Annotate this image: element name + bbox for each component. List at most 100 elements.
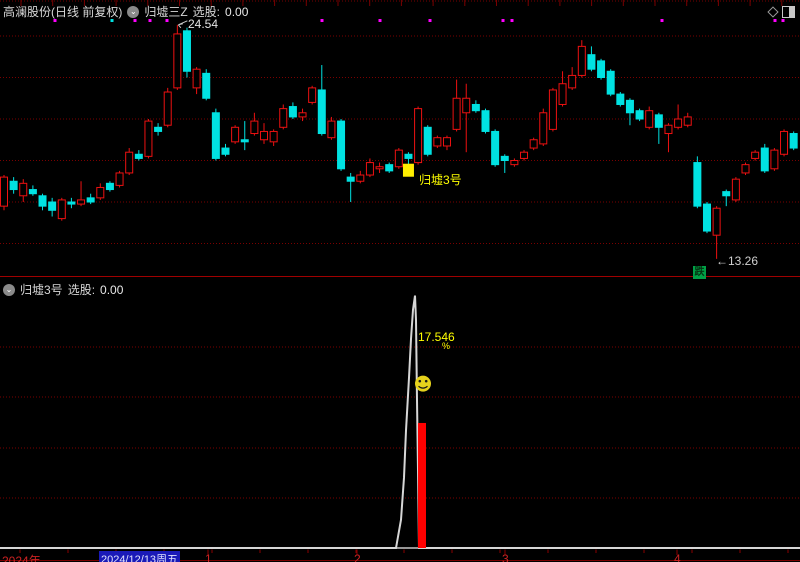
- candle[interactable]: [270, 129, 277, 146]
- candle[interactable]: [521, 150, 528, 160]
- axis-selected-date[interactable]: 2024/12/13周五: [99, 551, 180, 562]
- candle[interactable]: [366, 158, 373, 177]
- price-gridlines: [0, 36, 800, 244]
- candle[interactable]: [386, 163, 393, 173]
- indicator-bar: [418, 423, 426, 548]
- candle[interactable]: [212, 109, 219, 161]
- candle[interactable]: [453, 80, 460, 132]
- candle[interactable]: [155, 123, 162, 135]
- top-selector-value: 0.00: [225, 5, 248, 19]
- candle[interactable]: [771, 148, 778, 171]
- candle[interactable]: [347, 173, 354, 202]
- candle[interactable]: [626, 98, 633, 125]
- low-price-label: ←13.26: [716, 254, 758, 268]
- candle[interactable]: [636, 109, 643, 121]
- candle[interactable]: [790, 131, 797, 150]
- candle[interactable]: [376, 163, 383, 173]
- candle[interactable]: [540, 109, 547, 146]
- candle[interactable]: [549, 88, 556, 132]
- candle[interactable]: [49, 198, 56, 217]
- candle[interactable]: [424, 125, 431, 156]
- candle[interactable]: [617, 92, 624, 107]
- candle[interactable]: [68, 198, 75, 208]
- candle[interactable]: [607, 69, 614, 96]
- candle[interactable]: [578, 40, 585, 77]
- candle[interactable]: [106, 181, 113, 191]
- candle[interactable]: [723, 190, 730, 207]
- stock-title: 高澜股份(日线 前复权): [3, 3, 122, 20]
- candle[interactable]: [559, 71, 566, 106]
- candle[interactable]: [78, 181, 85, 206]
- candle[interactable]: [694, 156, 701, 208]
- candle[interactable]: [126, 148, 133, 175]
- candle[interactable]: [655, 113, 662, 144]
- axis-year-label: 2024年: [2, 552, 41, 562]
- candle[interactable]: [10, 177, 17, 194]
- candle[interactable]: [174, 25, 181, 90]
- candle[interactable]: [646, 107, 653, 130]
- candle[interactable]: [97, 183, 104, 200]
- candle[interactable]: [338, 119, 345, 171]
- candle[interactable]: [309, 86, 316, 105]
- candle[interactable]: [434, 136, 441, 148]
- candle[interactable]: [530, 138, 537, 150]
- candle[interactable]: [781, 129, 788, 156]
- candle[interactable]: [713, 206, 720, 259]
- indicator-dropdown-icon[interactable]: ⌄: [127, 6, 139, 18]
- candle[interactable]: [232, 125, 239, 144]
- top-indicator-name[interactable]: 归墟三Z: [144, 3, 187, 20]
- candle[interactable]: [443, 136, 450, 151]
- candle[interactable]: [193, 67, 200, 94]
- candle[interactable]: [761, 144, 768, 173]
- diamond-icon[interactable]: [767, 6, 778, 17]
- candle[interactable]: [318, 65, 325, 136]
- candle[interactable]: [289, 102, 296, 119]
- candle[interactable]: [1, 175, 8, 210]
- candle[interactable]: [482, 109, 489, 134]
- candle[interactable]: [183, 28, 190, 78]
- candle[interactable]: [164, 88, 171, 127]
- candle[interactable]: [241, 121, 248, 150]
- candle[interactable]: [588, 46, 595, 71]
- candle[interactable]: [742, 163, 749, 175]
- candle[interactable]: [87, 194, 94, 204]
- candle[interactable]: [415, 107, 422, 165]
- candle[interactable]: [665, 123, 672, 152]
- candle[interactable]: [732, 177, 739, 202]
- candle[interactable]: [511, 158, 518, 166]
- bottom-panel-header: ⌄ 归墟3号 选股: 0.00: [3, 281, 123, 298]
- candle[interactable]: [251, 113, 258, 136]
- candle[interactable]: [261, 123, 268, 144]
- bottom-indicator-name[interactable]: 归墟3号: [20, 281, 63, 298]
- candle[interactable]: [598, 59, 605, 80]
- high-arrow: [178, 21, 187, 28]
- candle[interactable]: [29, 185, 36, 195]
- axis-month-label: 4: [674, 552, 681, 562]
- stock-app-window: 高澜股份(日线 前复权) ⌄ 归墟三Z 选股: 0.00 24.54 归墟3号 …: [0, 0, 800, 562]
- candle[interactable]: [116, 171, 123, 188]
- candle[interactable]: [752, 150, 759, 160]
- candle[interactable]: [328, 117, 335, 140]
- candles[interactable]: [1, 25, 798, 259]
- candle[interactable]: [39, 194, 46, 211]
- indicator-dropdown-icon[interactable]: ⌄: [3, 284, 15, 296]
- candle[interactable]: [501, 154, 508, 173]
- candle[interactable]: [472, 100, 479, 112]
- candle[interactable]: [135, 150, 142, 160]
- candle[interactable]: [703, 202, 710, 233]
- candle[interactable]: [395, 148, 402, 169]
- candle[interactable]: [58, 198, 65, 221]
- split-panel-icon[interactable]: [782, 6, 795, 18]
- candle[interactable]: [20, 179, 27, 202]
- candle[interactable]: [463, 84, 470, 152]
- candle[interactable]: [492, 129, 499, 166]
- candle[interactable]: [203, 69, 210, 100]
- candle[interactable]: [280, 104, 287, 129]
- candle[interactable]: [145, 119, 152, 158]
- candle[interactable]: [684, 113, 691, 128]
- candle[interactable]: [675, 104, 682, 129]
- candle[interactable]: [569, 67, 576, 90]
- candle[interactable]: [222, 144, 229, 156]
- candle[interactable]: [357, 171, 364, 183]
- indicator-line: [0, 296, 800, 548]
